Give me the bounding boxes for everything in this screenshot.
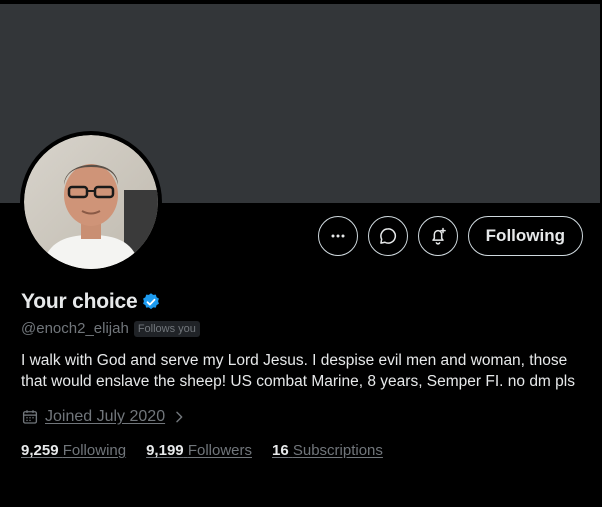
message-button[interactable] [367, 216, 408, 256]
more-icon [331, 234, 345, 238]
profile-stats: 9,259 Following 9,199 Followers 16 Subsc… [21, 442, 591, 459]
subscriptions-count: 16 [272, 442, 289, 459]
notify-button[interactable] [417, 216, 458, 256]
more-button[interactable] [317, 216, 358, 256]
joined-date-row[interactable]: Joined July 2020 [21, 408, 591, 426]
bell-plus-icon [431, 227, 446, 245]
chevron-right-icon [171, 409, 187, 425]
following-button[interactable]: Following [467, 216, 583, 256]
avatar[interactable] [24, 135, 158, 269]
avatar-frame[interactable] [20, 131, 162, 273]
profile-info: Your choice @enoch2_elijah Follows you I… [21, 288, 591, 459]
verified-badge-icon[interactable] [141, 292, 161, 312]
followers-count-link[interactable]: 9,199 Followers [146, 442, 252, 459]
handle-row: @enoch2_elijah Follows you [21, 320, 591, 337]
message-icon [379, 228, 396, 244]
profile-actions: Following [317, 216, 583, 256]
subscriptions-count-link[interactable]: 16 Subscriptions [272, 442, 383, 459]
calendar-icon [22, 410, 38, 424]
followers-count: 9,199 [146, 442, 184, 459]
display-name: Your choice [21, 290, 138, 313]
profile-bio: I walk with God and serve my Lord Jesus.… [21, 352, 575, 390]
user-handle: @enoch2_elijah [21, 320, 129, 337]
following-label: Following [62, 442, 127, 459]
following-count-link[interactable]: 9,259 Following [21, 442, 126, 459]
follows-you-badge: Follows you [133, 320, 200, 337]
followers-label: Followers [187, 442, 252, 459]
name-row: Your choice [21, 288, 591, 316]
joined-date-link[interactable]: Joined July 2020 [45, 408, 165, 426]
following-count: 9,259 [21, 442, 59, 459]
subscriptions-label: Subscriptions [292, 442, 383, 459]
